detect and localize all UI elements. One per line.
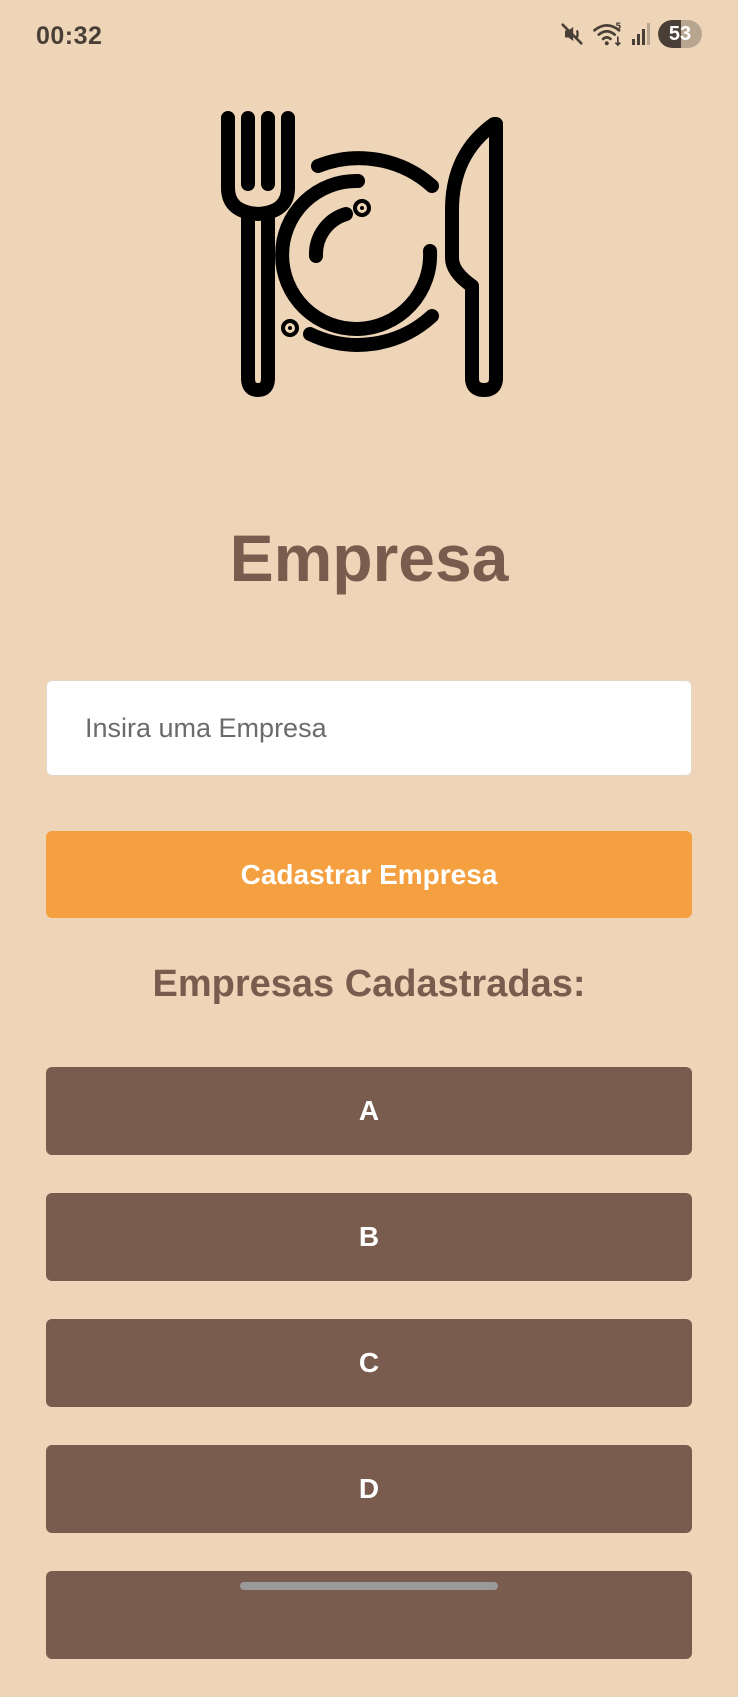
mute-icon	[558, 20, 586, 48]
battery-percent: 53	[668, 23, 692, 45]
status-bar: 00:32 5 53	[0, 0, 738, 76]
page-title: Empresa	[229, 521, 509, 595]
status-icons: 5 53	[558, 20, 702, 48]
company-name-input[interactable]	[46, 680, 692, 776]
company-item-a[interactable]: A	[46, 1067, 692, 1155]
status-time: 00:32	[36, 22, 103, 50]
signal-icon	[630, 21, 652, 47]
fork-plate-knife-icon	[214, 108, 514, 408]
gesture-nav-handle[interactable]	[240, 1582, 498, 1590]
company-item-b[interactable]: B	[46, 1193, 692, 1281]
register-company-button[interactable]: Cadastrar Empresa	[46, 831, 692, 918]
registered-companies-heading: Empresas Cadastradas:	[152, 963, 586, 1005]
company-item-d[interactable]: D	[46, 1445, 692, 1533]
svg-text:5: 5	[615, 22, 621, 32]
company-list: A B C D	[46, 1067, 692, 1697]
company-item-c[interactable]: C	[46, 1319, 692, 1407]
wifi-icon: 5	[592, 20, 624, 48]
battery-icon: 53	[658, 20, 702, 48]
